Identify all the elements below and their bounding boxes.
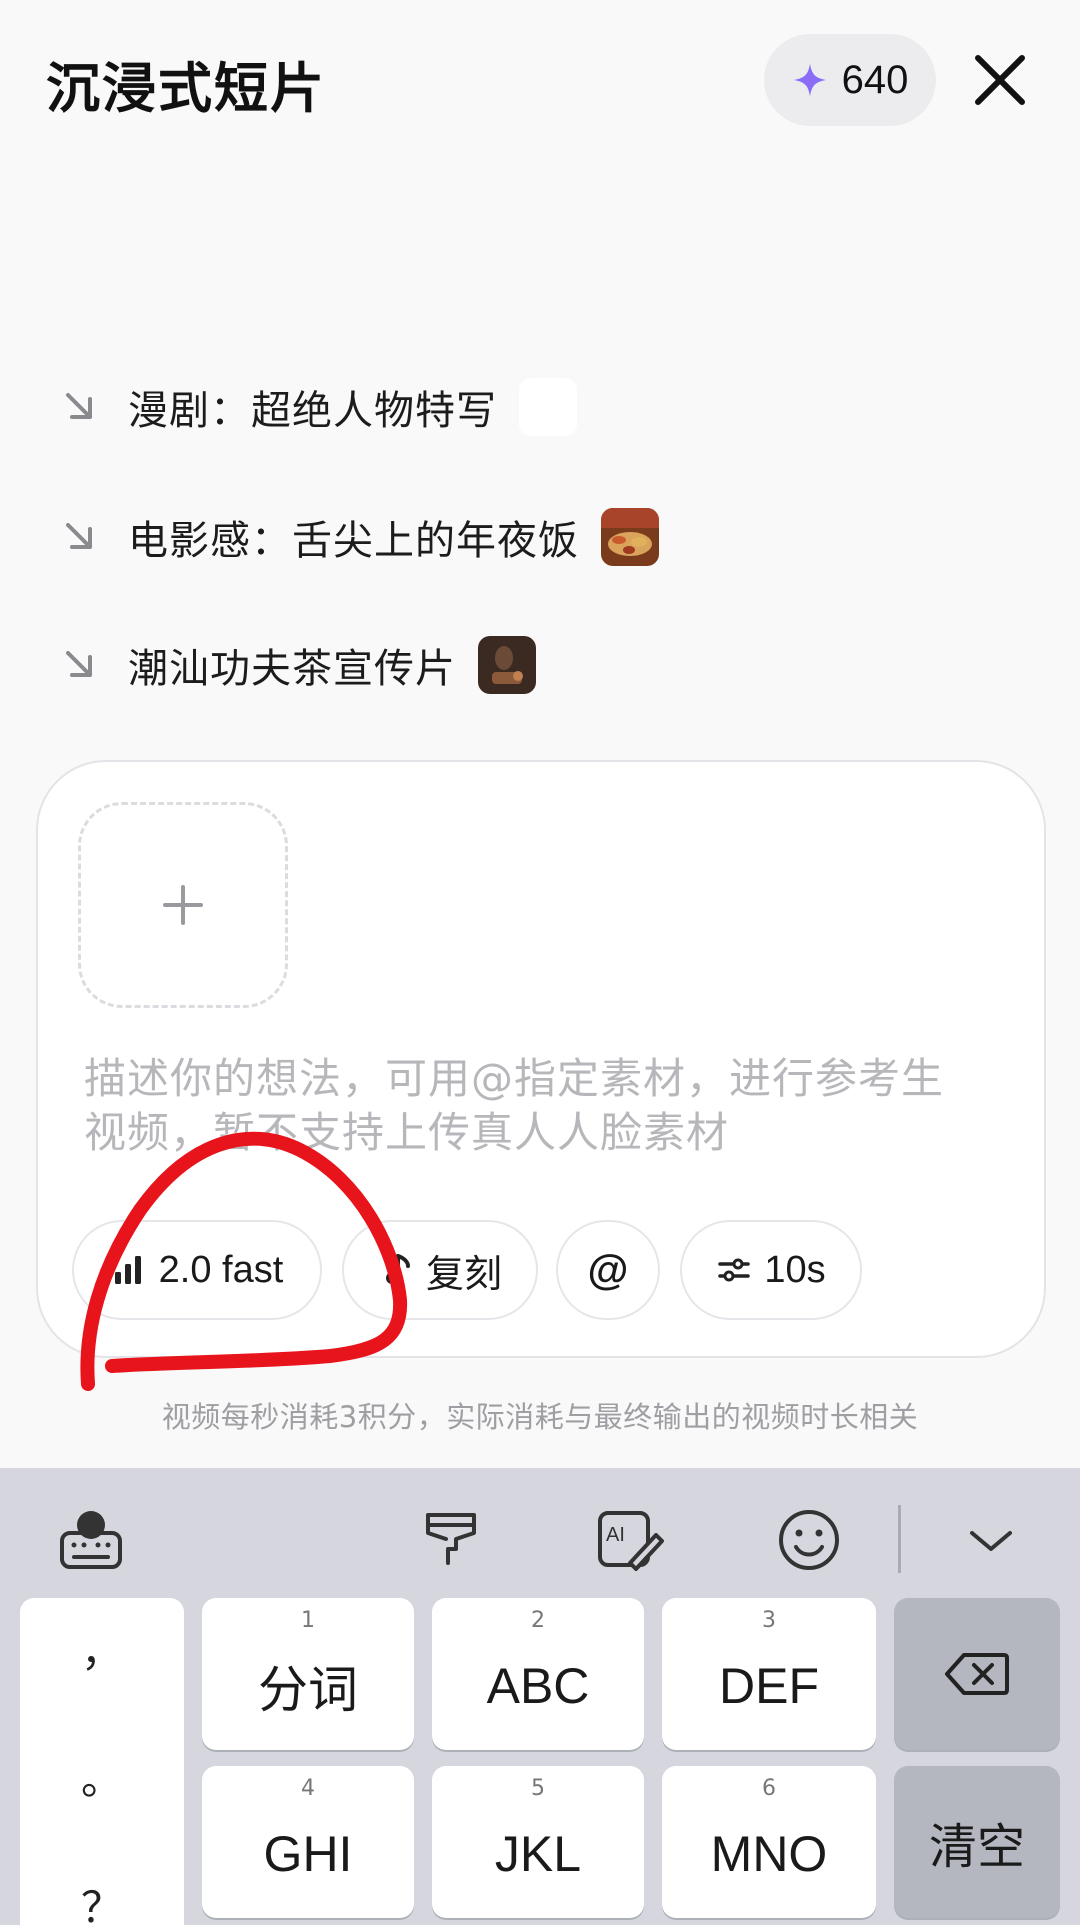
key-label: JKL xyxy=(494,1826,582,1882)
key-label: GHI xyxy=(263,1826,353,1882)
key-number: 2 xyxy=(531,1608,545,1633)
credits-count: 640 xyxy=(841,57,909,102)
credits-hint: 视频每秒消耗3积分，实际消耗与最终输出的视频时长相关 xyxy=(161,1400,919,1434)
replicate-label: 复刻 xyxy=(425,1253,502,1296)
suggestion-thumbnail xyxy=(601,508,659,566)
suggestion-item[interactable]: 漫剧：超绝人物特写 xyxy=(60,372,577,442)
sparkle-icon xyxy=(793,63,826,97)
replicate-button[interactable]: 复刻 xyxy=(342,1220,538,1320)
suggestion-label: 漫剧：超绝人物特写 xyxy=(128,388,497,434)
punct-comma-key[interactable]: ， xyxy=(20,1618,184,1679)
key-5[interactable]: 5 JKL xyxy=(432,1766,644,1918)
key-number: 6 xyxy=(762,1776,776,1801)
key-label: MNO xyxy=(710,1826,828,1882)
suggestion-label: 潮汕功夫茶宣传片 xyxy=(128,646,456,692)
key-label: 分词 xyxy=(258,1662,358,1718)
arrow-down-right-icon xyxy=(66,393,92,419)
mention-button[interactable]: @ xyxy=(556,1220,660,1320)
mention-label: @ xyxy=(587,1246,629,1293)
page-title: 沉浸式短片 xyxy=(46,57,326,120)
emoji-icon[interactable] xyxy=(774,1505,844,1575)
key-6[interactable]: 6 MNO xyxy=(662,1766,876,1918)
signal-bars-icon xyxy=(114,1256,141,1284)
punctuation-column[interactable]: ， 。 ？ xyxy=(20,1598,184,1925)
close-icon[interactable] xyxy=(968,48,1032,112)
svg-text:AI: AI xyxy=(606,1524,625,1546)
key-3[interactable]: 3 DEF xyxy=(662,1598,876,1750)
keyboard-language-icon[interactable] xyxy=(56,1505,126,1575)
duration-label: 10s xyxy=(764,1248,826,1291)
suggestion-item[interactable]: 潮汕功夫茶宣传片 xyxy=(60,630,536,700)
backspace-key[interactable] xyxy=(894,1598,1060,1750)
suggestion-thumbnail xyxy=(478,636,536,694)
clear-key[interactable]: 清空 xyxy=(894,1766,1060,1918)
music-note-icon xyxy=(385,1254,410,1284)
credits-badge[interactable]: 640 xyxy=(764,34,936,126)
brush-icon[interactable] xyxy=(416,1505,486,1575)
plus-icon xyxy=(163,885,203,925)
upload-button[interactable] xyxy=(78,802,288,1008)
suggestion-item[interactable]: 电影感：舌尖上的年夜饭 xyxy=(60,502,659,572)
key-number: 5 xyxy=(531,1776,545,1801)
clear-key-label: 清空 xyxy=(928,1821,1025,1874)
key-1[interactable]: 1 分词 xyxy=(202,1598,414,1750)
key-number: 4 xyxy=(301,1776,315,1801)
model-label: 2.0 fast xyxy=(158,1248,284,1291)
punct-period-key[interactable]: 。 xyxy=(20,1746,184,1807)
prompt-input[interactable]: 描述你的想法，可用@指定素材，进行参考生视频，暂不支持上传真人人脸素材 xyxy=(84,1052,984,1160)
toolbar-divider xyxy=(898,1505,901,1573)
arrow-down-right-icon xyxy=(66,523,92,549)
suggestion-thumbnail xyxy=(519,378,577,436)
duration-settings-button[interactable]: 10s xyxy=(680,1220,862,1320)
sliders-icon xyxy=(718,1258,751,1282)
key-label: ABC xyxy=(486,1658,590,1714)
key-4[interactable]: 4 GHI xyxy=(202,1766,414,1918)
chevron-down-icon[interactable] xyxy=(956,1505,1026,1575)
key-number: 3 xyxy=(762,1608,776,1633)
key-label: DEF xyxy=(719,1658,819,1714)
key-2[interactable]: 2 ABC xyxy=(432,1598,644,1750)
key-number: 1 xyxy=(301,1608,315,1633)
punct-question-key[interactable]: ？ xyxy=(20,1874,184,1925)
arrow-down-right-icon xyxy=(66,651,92,677)
backspace-icon xyxy=(945,1653,1009,1695)
ai-write-icon[interactable]: AI xyxy=(594,1505,664,1575)
suggestion-label: 电影感：舌尖上的年夜饭 xyxy=(128,518,579,564)
model-selector-button[interactable]: 2.0 fast xyxy=(72,1220,322,1320)
